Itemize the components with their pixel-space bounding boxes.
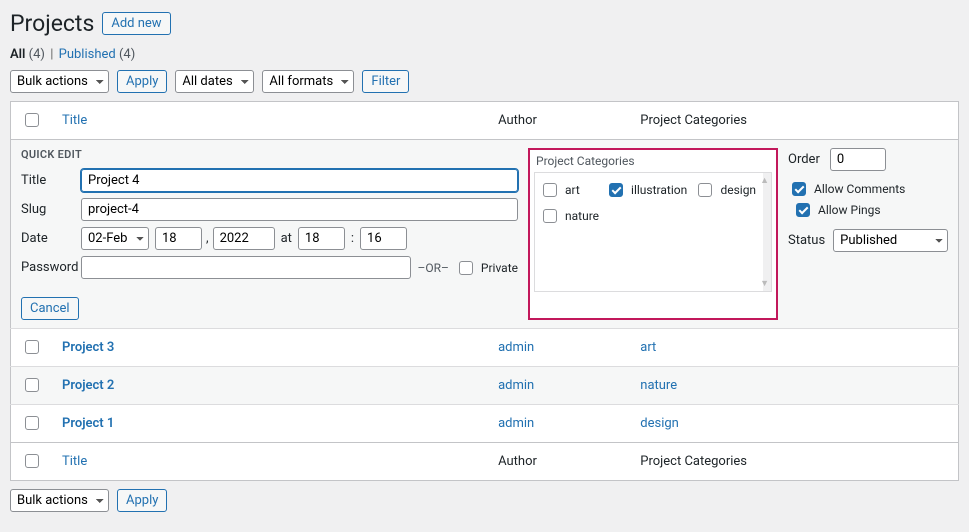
row-checkbox[interactable] — [25, 416, 39, 430]
allow-pings-checkbox[interactable] — [796, 203, 810, 217]
apply-button[interactable]: Apply — [117, 70, 167, 93]
order-input[interactable] — [830, 148, 886, 171]
project-categories-panel: Project Categories art illustration desi… — [528, 148, 778, 320]
filter-published[interactable]: Published — [59, 47, 116, 62]
table-row: Project 1 admin design — [11, 405, 959, 443]
col-author-foot: Author — [488, 443, 630, 481]
qe-year-input[interactable] — [213, 227, 275, 250]
row-cat[interactable]: nature — [640, 378, 677, 393]
row-title[interactable]: Project 3 — [62, 340, 114, 355]
filter-button[interactable]: Filter — [362, 70, 409, 93]
cats-heading: Project Categories — [534, 154, 772, 170]
col-title-foot[interactable]: Title — [62, 454, 87, 469]
add-new-button[interactable]: Add new — [102, 12, 170, 35]
status-label: Status — [788, 233, 825, 248]
dates-select[interactable]: All dates — [175, 70, 254, 93]
order-label: Order — [788, 152, 820, 167]
col-cats-foot: Project Categories — [630, 443, 958, 481]
view-filters: All (4) | Published (4) — [10, 47, 959, 62]
cancel-button[interactable]: Cancel — [21, 297, 79, 320]
cat-design[interactable]: design — [692, 177, 758, 203]
qe-slug-label: Slug — [21, 202, 81, 217]
select-all-bottom[interactable] — [25, 454, 39, 468]
qe-password-input[interactable] — [81, 256, 411, 279]
cat-illustration[interactable]: illustration — [585, 177, 689, 203]
cat-nature[interactable]: nature — [537, 203, 601, 229]
select-all-top[interactable] — [25, 113, 39, 127]
table-row: Project 3 admin art — [11, 329, 959, 367]
quick-edit-heading: QUICK EDIT — [21, 148, 518, 161]
qe-title-label: Title — [21, 173, 81, 188]
page-title: Projects — [10, 6, 94, 41]
row-author[interactable]: admin — [498, 340, 534, 355]
qe-day-input[interactable] — [155, 227, 202, 250]
col-author: Author — [488, 102, 630, 140]
qe-title-input[interactable] — [81, 169, 518, 192]
qe-hour-input[interactable] — [298, 227, 345, 250]
qe-minute-input[interactable] — [360, 227, 407, 250]
col-title[interactable]: Title — [62, 113, 87, 128]
row-cat[interactable]: design — [640, 416, 679, 431]
filter-all[interactable]: All — [10, 47, 25, 62]
row-author[interactable]: admin — [498, 416, 534, 431]
row-cat[interactable]: art — [640, 340, 656, 355]
row-author[interactable]: admin — [498, 378, 534, 393]
qe-slug-input[interactable] — [81, 198, 518, 221]
formats-select[interactable]: All formats — [262, 70, 354, 93]
col-cats: Project Categories — [630, 102, 958, 140]
qe-password-label: Password — [21, 260, 81, 275]
table-row: Project 2 admin nature — [11, 367, 959, 405]
status-select[interactable]: Published — [833, 229, 948, 252]
cat-art[interactable]: art — [537, 177, 582, 203]
row-title[interactable]: Project 1 — [62, 416, 114, 431]
allow-comments-checkbox[interactable] — [792, 182, 806, 196]
qe-private-checkbox[interactable] — [459, 261, 473, 275]
qe-date-label: Date — [21, 231, 81, 246]
cats-list[interactable]: art illustration design nature ▲▼ — [534, 172, 772, 292]
apply-bottom[interactable]: Apply — [117, 489, 167, 512]
bulk-actions-bottom[interactable]: Bulk actions — [10, 489, 109, 512]
qe-month-select[interactable]: 02-Feb — [81, 227, 149, 250]
bulk-actions-select[interactable]: Bulk actions — [10, 70, 109, 93]
row-checkbox[interactable] — [25, 378, 39, 392]
row-checkbox[interactable] — [25, 340, 39, 354]
row-title[interactable]: Project 2 — [62, 378, 114, 393]
